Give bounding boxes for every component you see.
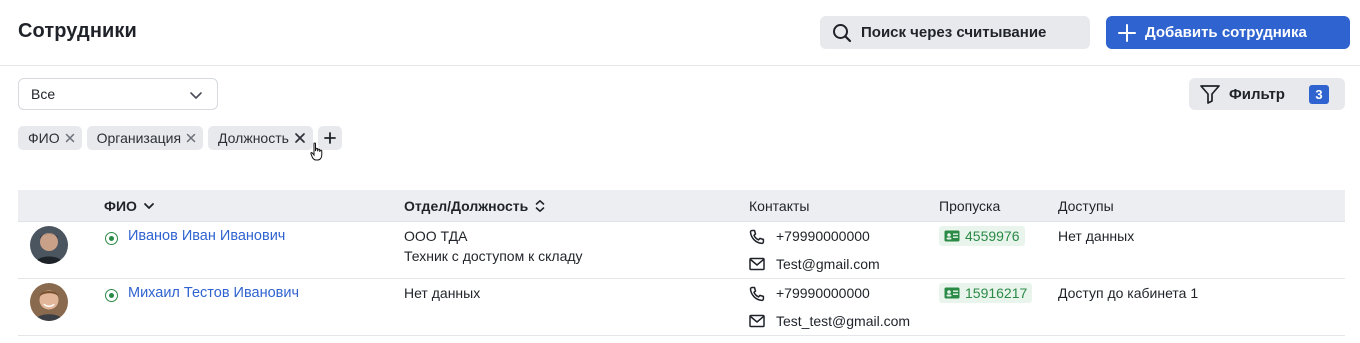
phone-icon: [749, 286, 765, 302]
pass-number: 15916217: [965, 285, 1028, 301]
table-row[interactable]: Михаил Тестов Иванович Нет данных +79990…: [18, 279, 1345, 336]
filter-count-badge: 3: [1309, 85, 1329, 104]
page-header: Сотрудники Поиск через считывание Добави…: [0, 0, 1360, 66]
table-row[interactable]: Иванов Иван Иванович ООО ТДА Техник с до…: [18, 222, 1345, 279]
plus-icon: [1118, 23, 1136, 42]
sort-icon: [535, 199, 545, 212]
department-text: Нет данных: [404, 285, 481, 301]
page-title: Сотрудники: [18, 20, 137, 42]
status-active-icon: [105, 232, 118, 245]
phone-icon: [749, 229, 765, 245]
id-card-icon: [944, 230, 960, 242]
email-text: Test_test@gmail.com: [776, 313, 911, 329]
access-text: Доступ до кабинета 1: [1058, 285, 1199, 301]
filter-chip-organization[interactable]: Организация: [86, 126, 204, 150]
status-active-icon: [105, 289, 118, 302]
add-employee-label: Добавить сотрудника: [1145, 24, 1307, 41]
phone-text: +79990000000: [776, 228, 870, 244]
filter-chip-fio[interactable]: ФИО: [18, 126, 82, 150]
column-header-passes: Пропуска: [939, 198, 1001, 214]
scan-search-button[interactable]: Поиск через считывание: [820, 16, 1090, 49]
filter-label: Фильтр: [1229, 85, 1285, 103]
close-icon[interactable]: [65, 133, 75, 143]
avatar: [30, 226, 68, 264]
filter-button[interactable]: Фильтр 3: [1189, 78, 1345, 110]
email-text: Test@gmail.com: [776, 256, 880, 272]
position-text: Техник с доступом к складу: [404, 248, 583, 264]
avatar: [30, 283, 68, 321]
department-text: ООО ТДА: [404, 228, 468, 244]
column-header-label: ФИО: [104, 198, 137, 214]
filter-chip-label: ФИО: [28, 130, 60, 146]
add-employee-button[interactable]: Добавить сотрудника: [1106, 16, 1350, 49]
active-filter-chips: ФИО Организация Должность: [18, 126, 342, 150]
phone-text: +79990000000: [776, 285, 870, 301]
scope-select[interactable]: Все: [18, 78, 218, 110]
column-header-contacts: Контакты: [749, 198, 810, 214]
employee-name-link[interactable]: Иванов Иван Иванович: [128, 228, 285, 244]
chevron-down-icon: [144, 203, 154, 209]
funnel-icon: [1200, 85, 1220, 104]
scope-select-value: Все: [31, 86, 56, 102]
column-header-name[interactable]: ФИО: [104, 198, 155, 214]
column-header-access: Доступы: [1058, 198, 1114, 214]
table-header: ФИО Отдел/Должность Контакты Пропуска До…: [18, 190, 1345, 222]
column-header-label: Отдел/Должность: [404, 198, 529, 214]
scan-search-label: Поиск через считывание: [861, 24, 1047, 41]
column-header-department[interactable]: Отдел/Должность: [404, 198, 546, 214]
filter-chip-label: Должность: [218, 130, 289, 146]
access-text: Нет данных: [1058, 228, 1135, 244]
pass-badge[interactable]: 4559976: [939, 226, 1025, 246]
hand-cursor-icon: [310, 142, 323, 161]
mail-icon: [749, 257, 765, 271]
search-icon: [833, 23, 852, 42]
filter-chip-position[interactable]: Должность: [208, 126, 313, 150]
id-card-icon: [944, 287, 960, 299]
mail-icon: [749, 314, 765, 328]
pass-badge[interactable]: 15916217: [939, 283, 1033, 303]
employee-name-link[interactable]: Михаил Тестов Иванович: [128, 285, 299, 301]
chevron-down-icon: [190, 92, 202, 99]
pass-number: 4559976: [965, 228, 1020, 244]
filter-chip-label: Организация: [96, 130, 182, 146]
close-icon[interactable]: [294, 132, 306, 144]
close-icon[interactable]: [186, 133, 196, 143]
